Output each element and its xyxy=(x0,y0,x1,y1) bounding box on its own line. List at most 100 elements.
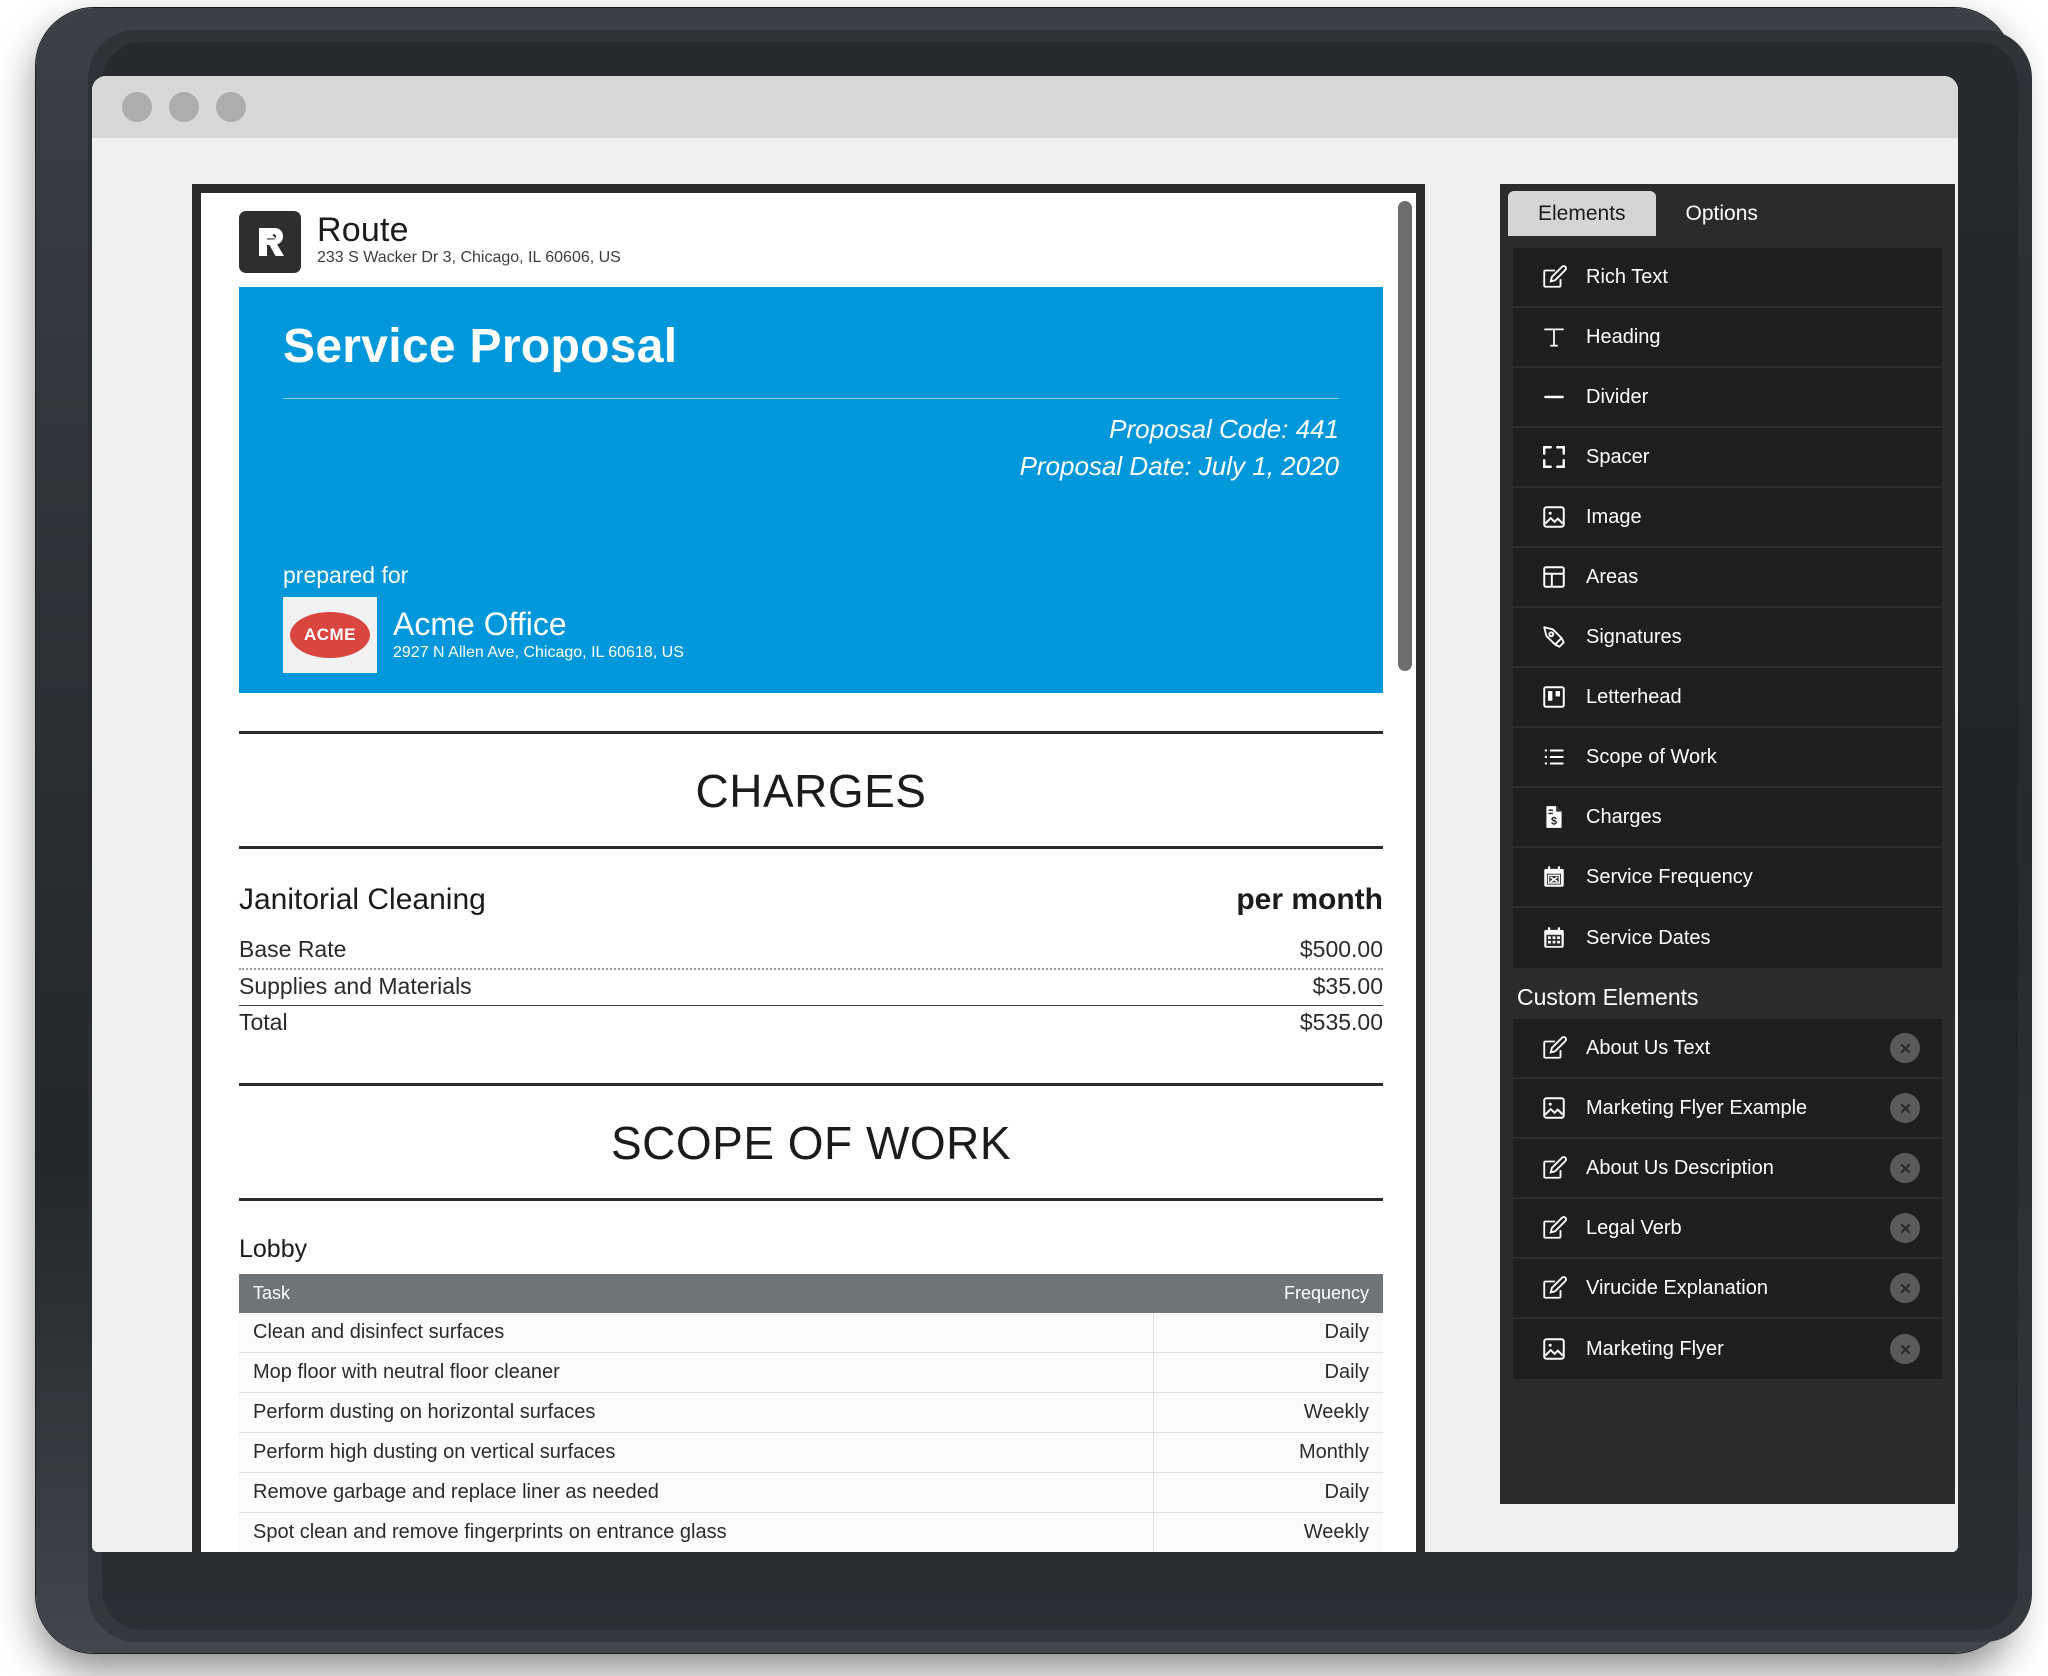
remove-custom-element-button[interactable] xyxy=(1890,1273,1920,1303)
document-preview-pane: Route 233 S Wacker Dr 3, Chicago, IL 606… xyxy=(192,184,1425,1552)
company-address: 233 S Wacker Dr 3, Chicago, IL 60606, US xyxy=(317,248,621,266)
pen-nib-icon xyxy=(1539,622,1569,652)
element-label: About Us Text xyxy=(1586,1036,1711,1059)
column-header-task: Task xyxy=(239,1274,1153,1313)
proposal-title: Service Proposal xyxy=(283,320,678,373)
cell-frequency: Daily xyxy=(1153,1313,1383,1353)
charges-section-title: CHARGES xyxy=(695,765,927,817)
sow-area-name: Lobby xyxy=(239,1235,308,1263)
element-divider[interactable]: Divider xyxy=(1513,368,1942,428)
document-scroll-area[interactable]: Route 233 S Wacker Dr 3, Chicago, IL 606… xyxy=(201,193,1416,1552)
element-label: Rich Text xyxy=(1586,265,1668,288)
edit-square-icon xyxy=(1539,1033,1569,1063)
element-label: Areas xyxy=(1586,565,1639,588)
charge-row-total: Total $535.00 xyxy=(239,1006,1383,1041)
element-charges[interactable]: $ Charges xyxy=(1513,788,1942,848)
edit-square-icon xyxy=(1539,262,1569,292)
window-titlebar xyxy=(92,76,1958,138)
remove-custom-element-button[interactable] xyxy=(1890,1033,1920,1063)
element-label: Service Frequency xyxy=(1586,865,1753,888)
cell-task: Mop floor with neutral floor cleaner xyxy=(239,1352,1154,1393)
element-scope-of-work[interactable]: Scope of Work xyxy=(1513,728,1942,788)
custom-element-legal-verb[interactable]: Legal Verb xyxy=(1513,1199,1942,1259)
element-signatures[interactable]: Signatures xyxy=(1513,608,1942,668)
remove-custom-element-button[interactable] xyxy=(1890,1093,1920,1123)
invoice-dollar-icon: $ xyxy=(1539,802,1569,832)
minimize-button[interactable] xyxy=(169,92,199,122)
custom-element-about-us-text[interactable]: About Us Text xyxy=(1513,1019,1942,1079)
element-letterhead[interactable]: Letterhead xyxy=(1513,668,1942,728)
prepared-for-block: prepared for ACME Acme Office 2927 N All… xyxy=(283,562,684,673)
element-spacer[interactable]: Spacer xyxy=(1513,428,1942,488)
hero-divider xyxy=(283,397,1339,399)
element-rich-text[interactable]: Rich Text xyxy=(1513,248,1942,308)
document-page: Route 233 S Wacker Dr 3, Chicago, IL 606… xyxy=(201,193,1416,1552)
sow-table: Task Frequency Clean and disinfect surfa… xyxy=(239,1274,1383,1552)
tab-options[interactable]: Options xyxy=(1656,191,1788,236)
element-label: Service Dates xyxy=(1586,926,1711,949)
table-row: Mop floor with neutral floor cleaner Dai… xyxy=(239,1352,1383,1393)
element-heading[interactable]: Heading xyxy=(1513,308,1942,368)
horizontal-line-icon xyxy=(1539,382,1569,412)
element-areas[interactable]: Areas xyxy=(1513,548,1942,608)
text-t-icon xyxy=(1539,322,1569,352)
table-row: Perform dusting on horizontal surfaces W… xyxy=(239,1392,1383,1433)
element-label: Scope of Work xyxy=(1586,745,1717,768)
expand-corners-icon xyxy=(1539,442,1569,472)
charge-label: Base Rate xyxy=(239,936,347,962)
table-row: Remove garbage and replace liner as need… xyxy=(239,1472,1383,1513)
custom-element-marketing-flyer[interactable]: Marketing Flyer xyxy=(1513,1319,1942,1379)
element-label: Virucide Explanation xyxy=(1586,1276,1768,1299)
company-name: Route xyxy=(317,211,409,249)
charge-amount: $35.00 xyxy=(1312,973,1383,999)
charges-service-header: Janitorial Cleaning per month xyxy=(239,883,1383,933)
column-header-frequency: Frequency xyxy=(1153,1274,1383,1313)
element-label: Spacer xyxy=(1586,445,1650,468)
svg-text:$: $ xyxy=(1551,816,1557,828)
element-image[interactable]: Image xyxy=(1513,488,1942,548)
custom-elements-header: Custom Elements xyxy=(1517,984,1699,1010)
edit-square-icon xyxy=(1539,1273,1569,1303)
custom-element-virucide-explanation[interactable]: Virucide Explanation xyxy=(1513,1259,1942,1319)
custom-element-marketing-flyer-example[interactable]: Marketing Flyer Example xyxy=(1513,1079,1942,1139)
image-icon xyxy=(1539,502,1569,532)
element-label: Charges xyxy=(1586,805,1662,828)
custom-element-about-us-description[interactable]: About Us Description xyxy=(1513,1139,1942,1199)
proposal-code: Proposal Code: 441 xyxy=(1109,413,1339,444)
route-logo-icon xyxy=(239,211,301,273)
table-header-row: Task Frequency xyxy=(239,1274,1383,1313)
charge-label: Supplies and Materials xyxy=(239,973,472,999)
sidebar-tabbar: Elements Options xyxy=(1500,184,1955,236)
close-button[interactable] xyxy=(122,92,152,122)
element-service-dates[interactable]: Service Dates xyxy=(1513,908,1942,968)
charges-table: Janitorial Cleaning per month Base Rate … xyxy=(239,849,1383,1041)
scrollbar-thumb[interactable] xyxy=(1398,201,1412,671)
remove-custom-element-button[interactable] xyxy=(1890,1213,1920,1243)
element-label: About Us Description xyxy=(1586,1156,1774,1179)
layout-panels-icon xyxy=(1539,562,1569,592)
charges-period-label: per month xyxy=(1236,883,1383,916)
cell-task: Perform dusting on horizontal surfaces xyxy=(239,1392,1154,1433)
cell-task: Remove garbage and replace liner as need… xyxy=(239,1472,1154,1513)
element-service-frequency[interactable]: Service Frequency xyxy=(1513,848,1942,908)
cell-frequency: Daily xyxy=(1153,1472,1383,1513)
elements-panel: Rich Text Heading Divider Spacer Image A… xyxy=(1500,236,1955,1504)
document-scrollbar[interactable] xyxy=(1398,193,1415,1552)
charge-row: Supplies and Materials $35.00 xyxy=(239,970,1383,1006)
remove-custom-element-button[interactable] xyxy=(1890,1334,1920,1364)
proposal-date: Proposal Date: July 1, 2020 xyxy=(1019,451,1339,482)
edit-square-icon xyxy=(1539,1213,1569,1243)
cell-frequency: Weekly xyxy=(1153,1512,1383,1552)
client-logo-text: ACME xyxy=(290,612,370,658)
remove-custom-element-button[interactable] xyxy=(1890,1153,1920,1183)
element-label: Letterhead xyxy=(1586,685,1682,708)
table-row: Spot clean and remove fingerprints on en… xyxy=(239,1512,1383,1552)
tab-elements[interactable]: Elements xyxy=(1508,191,1656,236)
cell-frequency: Monthly xyxy=(1153,1432,1383,1473)
element-label: Legal Verb xyxy=(1586,1216,1682,1239)
element-label: Image xyxy=(1586,505,1642,528)
charges-service-name: Janitorial Cleaning xyxy=(239,883,486,916)
maximize-button[interactable] xyxy=(216,92,246,122)
element-label: Heading xyxy=(1586,325,1661,348)
charge-amount: $535.00 xyxy=(1299,1009,1383,1035)
